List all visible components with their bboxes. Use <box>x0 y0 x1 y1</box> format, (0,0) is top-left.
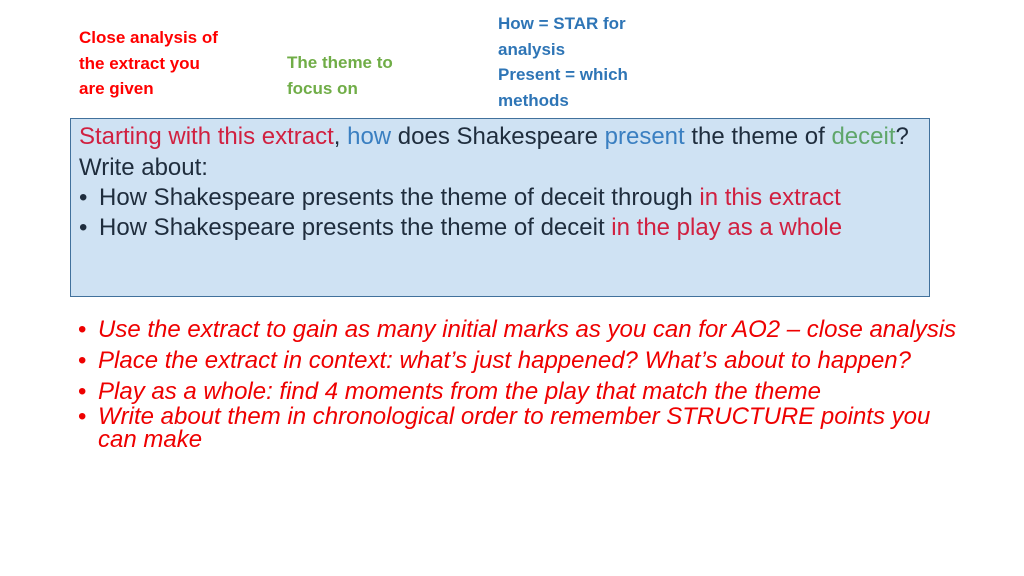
bullet-icon: • <box>79 184 88 211</box>
question-extract-phrase: Starting with this extract <box>79 123 334 150</box>
question-prompt: Starting with this extract, how does Sha… <box>79 125 921 149</box>
tips-list: • Use the extract to gain as many initia… <box>78 318 958 459</box>
question-text: , <box>333 123 348 150</box>
extract-annotation-line: the extract you <box>79 53 200 73</box>
extract-annotation-line: are given <box>79 79 154 98</box>
method-annotation-line: analysis <box>498 39 566 59</box>
question-present-keyword: present <box>604 123 685 150</box>
question-bullet-highlight: in this extract <box>699 184 841 211</box>
bullet-icon: • <box>79 214 88 241</box>
tip-item: • Place the extract in context: what’s j… <box>78 347 958 374</box>
question-how-keyword: how <box>347 123 392 150</box>
question-bullet-text: How Shakespeare presents the theme of de… <box>99 214 612 241</box>
bullet-icon: • <box>78 378 87 405</box>
tip-item: • Play as a whole: find 4 moments from t… <box>78 378 958 405</box>
tip-text: Play as a whole: find 4 moments from the… <box>98 378 822 405</box>
question-text: does Shakespeare <box>391 123 605 150</box>
extract-annotation: Close analysis of the extract you are gi… <box>79 25 249 102</box>
write-about-heading: Write about: <box>79 154 208 181</box>
method-annotation-line: methods <box>498 90 569 110</box>
method-annotation: How = STAR for analysis Present = which … <box>498 11 658 113</box>
question-text: ? <box>895 123 909 150</box>
method-annotation-line: How = STAR for <box>498 14 626 33</box>
theme-annotation-line: The theme to <box>287 53 393 72</box>
extract-annotation-line: Close analysis of <box>79 28 218 47</box>
bullet-icon: • <box>78 316 87 343</box>
theme-annotation-line: focus on <box>287 78 358 98</box>
bullet-icon: • <box>78 347 87 374</box>
question-bullet-highlight: in the play as a whole <box>611 214 843 241</box>
tip-item: • Use the extract to gain as many initia… <box>78 316 958 343</box>
question-text: the theme of <box>684 123 832 150</box>
method-annotation-line: Present = which <box>498 65 628 84</box>
question-bullet-text: How Shakespeare presents the theme of de… <box>99 184 700 211</box>
question-theme-keyword: deceit <box>831 123 896 150</box>
question-bullet: • How Shakespeare presents the theme of … <box>79 213 921 243</box>
tip-text: Place the extract in context: what’s jus… <box>98 347 911 374</box>
tip-text: Use the extract to gain as many initial … <box>98 316 957 343</box>
question-bullet: • How Shakespeare presents the theme of … <box>79 183 921 213</box>
exam-question-box: Starting with this extract, how does Sha… <box>70 118 930 297</box>
theme-annotation: The theme to focus on <box>287 50 427 101</box>
bullet-icon: • <box>78 403 87 430</box>
tip-item: • Write about them in chronological orde… <box>78 403 958 453</box>
tip-text: Write about them in chronological order … <box>98 403 931 453</box>
